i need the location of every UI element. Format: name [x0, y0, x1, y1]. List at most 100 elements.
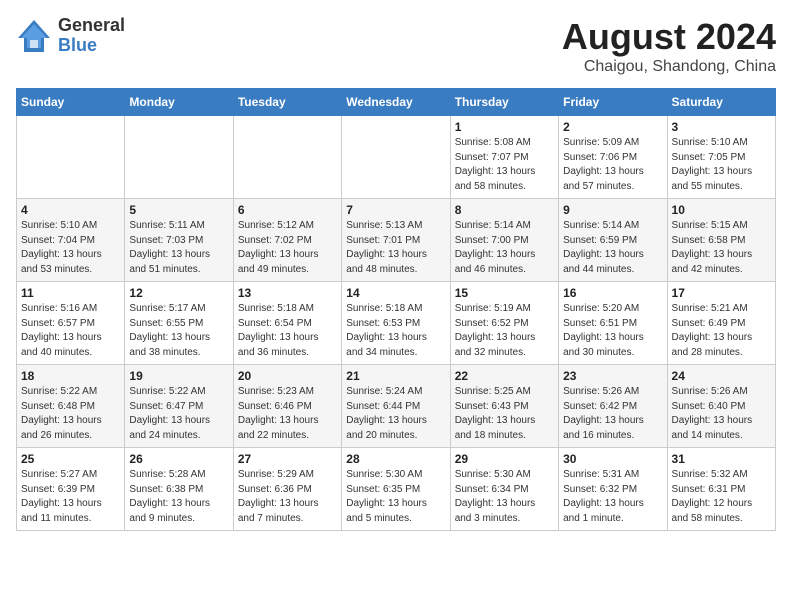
day-cell: 3Sunrise: 5:10 AM Sunset: 7:05 PM Daylig…	[667, 116, 775, 199]
week-row-2: 4Sunrise: 5:10 AM Sunset: 7:04 PM Daylig…	[17, 199, 776, 282]
day-number: 15	[455, 286, 554, 300]
day-cell: 14Sunrise: 5:18 AM Sunset: 6:53 PM Dayli…	[342, 282, 450, 365]
week-row-5: 25Sunrise: 5:27 AM Sunset: 6:39 PM Dayli…	[17, 448, 776, 531]
day-number: 14	[346, 286, 445, 300]
day-info: Sunrise: 5:08 AM Sunset: 7:07 PM Dayligh…	[455, 136, 554, 194]
header: General Blue August 2024 Chaigou, Shando…	[16, 16, 776, 76]
weekday-header-wednesday: Wednesday	[342, 89, 450, 116]
subtitle: Chaigou, Shandong, China	[562, 58, 776, 76]
day-number: 26	[129, 452, 228, 466]
day-cell: 9Sunrise: 5:14 AM Sunset: 6:59 PM Daylig…	[559, 199, 667, 282]
week-row-3: 11 Sunrise: 5:16 AM Sunset: 6:57 PM Dayli…	[17, 282, 776, 365]
day-cell: 28 Sunrise: 5:30 AM Sunset: 6:35 PM Dayli…	[342, 448, 450, 531]
day-info: Sunrise: 5:26 AM Sunset: 6:42 PM Dayligh…	[563, 385, 662, 443]
day-number: 3	[672, 120, 771, 134]
weekday-header-friday: Friday	[559, 89, 667, 116]
day-number: 24	[672, 369, 771, 383]
day-info: Sunrise: 5:32 AM Sunset: 6:31 PM Dayligh…	[672, 468, 771, 526]
main-title: August 2024	[562, 16, 776, 58]
day-info: Sunrise: 5:15 AM Sunset: 6:58 PM Dayligh…	[672, 219, 771, 277]
day-number: 28	[346, 452, 445, 466]
day-cell	[17, 116, 125, 199]
logo-general: General	[58, 15, 125, 35]
day-cell: 16 Sunrise: 5:20 AM Sunset: 6:51 PM Dayli…	[559, 282, 667, 365]
day-info: Sunrise: 5:23 AM Sunset: 6:46 PM Dayligh…	[238, 385, 337, 443]
day-info: Sunrise: 5:25 AM Sunset: 6:43 PM Dayligh…	[455, 385, 554, 443]
day-info: Sunrise: 5:22 AM Sunset: 6:48 PM Dayligh…	[21, 385, 120, 443]
day-cell: 29 Sunrise: 5:30 AM Sunset: 6:34 PM Dayli…	[450, 448, 558, 531]
day-number: 7	[346, 203, 445, 217]
logo-text: General Blue	[58, 16, 125, 56]
day-cell	[233, 116, 341, 199]
logo: General Blue	[16, 16, 125, 56]
day-cell: 11 Sunrise: 5:16 AM Sunset: 6:57 PM Dayli…	[17, 282, 125, 365]
day-cell: 19 Sunrise: 5:22 AM Sunset: 6:47 PM Dayli…	[125, 365, 233, 448]
logo-blue: Blue	[58, 35, 97, 55]
day-info: Sunrise: 5:16 AM Sunset: 6:57 PM Dayligh…	[21, 302, 120, 360]
day-number: 25	[21, 452, 120, 466]
day-number: 21	[346, 369, 445, 383]
weekday-header-monday: Monday	[125, 89, 233, 116]
day-number: 19	[129, 369, 228, 383]
day-cell: 1Sunrise: 5:08 AM Sunset: 7:07 PM Daylig…	[450, 116, 558, 199]
day-number: 18	[21, 369, 120, 383]
day-number: 8	[455, 203, 554, 217]
day-number: 12	[129, 286, 228, 300]
day-cell: 31 Sunrise: 5:32 AM Sunset: 6:31 PM Dayli…	[667, 448, 775, 531]
day-cell: 6 Sunrise: 5:12 AM Sunset: 7:02 PM Daylig…	[233, 199, 341, 282]
day-number: 6	[238, 203, 337, 217]
weekday-header-tuesday: Tuesday	[233, 89, 341, 116]
day-cell: 2Sunrise: 5:09 AM Sunset: 7:06 PM Daylig…	[559, 116, 667, 199]
day-cell: 10 Sunrise: 5:15 AM Sunset: 6:58 PM Dayli…	[667, 199, 775, 282]
day-info: Sunrise: 5:19 AM Sunset: 6:52 PM Dayligh…	[455, 302, 554, 360]
day-info: Sunrise: 5:11 AM Sunset: 7:03 PM Dayligh…	[129, 219, 228, 277]
day-cell: 17 Sunrise: 5:21 AM Sunset: 6:49 PM Dayli…	[667, 282, 775, 365]
day-cell: 13 Sunrise: 5:18 AM Sunset: 6:54 PM Dayli…	[233, 282, 341, 365]
week-row-1: 1Sunrise: 5:08 AM Sunset: 7:07 PM Daylig…	[17, 116, 776, 199]
day-info: Sunrise: 5:17 AM Sunset: 6:55 PM Dayligh…	[129, 302, 228, 360]
day-info: Sunrise: 5:31 AM Sunset: 6:32 PM Dayligh…	[563, 468, 662, 526]
day-info: Sunrise: 5:12 AM Sunset: 7:02 PM Dayligh…	[238, 219, 337, 277]
day-cell: 4Sunrise: 5:10 AM Sunset: 7:04 PM Daylig…	[17, 199, 125, 282]
day-info: Sunrise: 5:21 AM Sunset: 6:49 PM Dayligh…	[672, 302, 771, 360]
day-number: 16	[563, 286, 662, 300]
day-number: 10	[672, 203, 771, 217]
weekday-header-thursday: Thursday	[450, 89, 558, 116]
day-cell: 8 Sunrise: 5:14 AM Sunset: 7:00 PM Daylig…	[450, 199, 558, 282]
day-info: Sunrise: 5:13 AM Sunset: 7:01 PM Dayligh…	[346, 219, 445, 277]
day-cell: 22 Sunrise: 5:25 AM Sunset: 6:43 PM Dayli…	[450, 365, 558, 448]
day-info: Sunrise: 5:14 AM Sunset: 7:00 PM Dayligh…	[455, 219, 554, 277]
day-number: 20	[238, 369, 337, 383]
day-number: 13	[238, 286, 337, 300]
day-info: Sunrise: 5:20 AM Sunset: 6:51 PM Dayligh…	[563, 302, 662, 360]
day-info: Sunrise: 5:29 AM Sunset: 6:36 PM Dayligh…	[238, 468, 337, 526]
weekday-header-saturday: Saturday	[667, 89, 775, 116]
day-number: 2	[563, 120, 662, 134]
day-cell	[342, 116, 450, 199]
day-number: 29	[455, 452, 554, 466]
day-info: Sunrise: 5:18 AM Sunset: 6:54 PM Dayligh…	[238, 302, 337, 360]
day-number: 22	[455, 369, 554, 383]
day-info: Sunrise: 5:10 AM Sunset: 7:04 PM Dayligh…	[21, 219, 120, 277]
day-cell: 21 Sunrise: 5:24 AM Sunset: 6:44 PM Dayli…	[342, 365, 450, 448]
day-number: 27	[238, 452, 337, 466]
day-cell: 7 Sunrise: 5:13 AM Sunset: 7:01 PM Daylig…	[342, 199, 450, 282]
day-cell: 25Sunrise: 5:27 AM Sunset: 6:39 PM Dayli…	[17, 448, 125, 531]
day-info: Sunrise: 5:30 AM Sunset: 6:35 PM Dayligh…	[346, 468, 445, 526]
day-cell: 23 Sunrise: 5:26 AM Sunset: 6:42 PM Dayli…	[559, 365, 667, 448]
day-number: 11	[21, 286, 120, 300]
day-cell: 15 Sunrise: 5:19 AM Sunset: 6:52 PM Dayli…	[450, 282, 558, 365]
day-info: Sunrise: 5:30 AM Sunset: 6:34 PM Dayligh…	[455, 468, 554, 526]
calendar: SundayMondayTuesdayWednesdayThursdayFrid…	[16, 88, 776, 531]
day-info: Sunrise: 5:24 AM Sunset: 6:44 PM Dayligh…	[346, 385, 445, 443]
day-number: 17	[672, 286, 771, 300]
title-area: August 2024 Chaigou, Shandong, China	[562, 16, 776, 76]
day-number: 30	[563, 452, 662, 466]
day-number: 23	[563, 369, 662, 383]
day-info: Sunrise: 5:28 AM Sunset: 6:38 PM Dayligh…	[129, 468, 228, 526]
day-cell: 27 Sunrise: 5:29 AM Sunset: 6:36 PM Dayli…	[233, 448, 341, 531]
day-number: 9	[563, 203, 662, 217]
day-cell: 26 Sunrise: 5:28 AM Sunset: 6:38 PM Dayli…	[125, 448, 233, 531]
day-number: 31	[672, 452, 771, 466]
day-info: Sunrise: 5:22 AM Sunset: 6:47 PM Dayligh…	[129, 385, 228, 443]
